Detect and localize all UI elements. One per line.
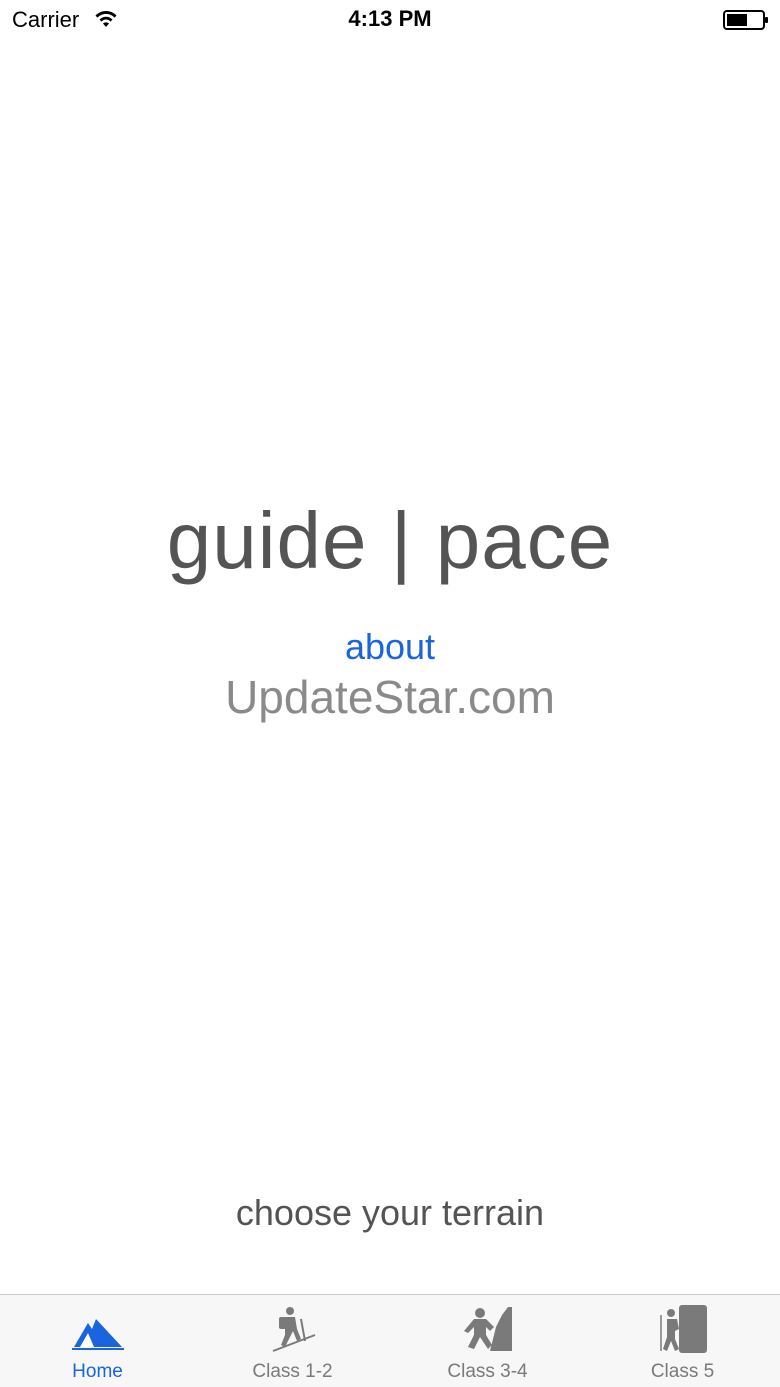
tab-home[interactable]: Home bbox=[0, 1295, 195, 1387]
tab-label: Class 3-4 bbox=[447, 1361, 528, 1382]
battery-icon bbox=[723, 10, 768, 30]
status-time: 4:13 PM bbox=[348, 6, 432, 31]
tab-label: Class 5 bbox=[650, 1361, 715, 1382]
choose-terrain-prompt: choose your terrain bbox=[235, 1192, 545, 1233]
about-link[interactable]: about bbox=[0, 626, 780, 668]
status-bar: Carrier 4:13 PM bbox=[0, 0, 780, 40]
scrambler-icon bbox=[463, 1307, 512, 1351]
tab-class-1-2[interactable]: Class 1-2 bbox=[195, 1295, 390, 1387]
app-screen: Carrier 4:13 PM guide | pace about Updat… bbox=[0, 0, 780, 1387]
tab-label: Home bbox=[72, 1361, 123, 1382]
watermark-text: UpdateStar.com bbox=[225, 671, 555, 723]
tab-class-3-4[interactable]: Class 3-4 bbox=[390, 1295, 585, 1387]
tent-icon bbox=[71, 1319, 124, 1350]
tab-label: Class 1-2 bbox=[252, 1361, 333, 1382]
app-title: guide | pace bbox=[166, 496, 614, 585]
tab-bar: Home Class 1-2 Class 3-4 Class 5 bbox=[0, 1294, 780, 1387]
tab-class-5[interactable]: Class 5 bbox=[585, 1295, 780, 1387]
hiker-icon bbox=[272, 1307, 315, 1352]
climber-icon bbox=[659, 1305, 707, 1353]
